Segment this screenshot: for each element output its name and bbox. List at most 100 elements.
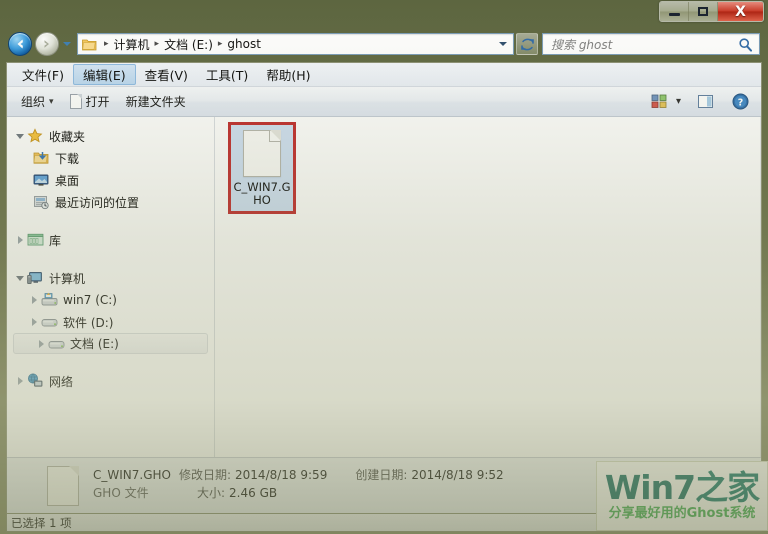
maximize-icon (698, 7, 708, 16)
expander-open-icon[interactable] (13, 129, 27, 143)
history-dropdown-button[interactable] (61, 34, 73, 54)
details-file-name: C_WIN7.GHO (93, 468, 171, 482)
nav-label-recent-places: 最近访问的位置 (55, 195, 140, 210)
details-file-type: GHO 文件 (93, 486, 149, 500)
nav-item-drive-e[interactable]: 文档 (E:) (13, 333, 208, 354)
preview-pane-button[interactable] (693, 91, 718, 113)
nav-label-downloads: 下载 (55, 151, 80, 166)
forward-arrow-icon (44, 40, 49, 48)
details-text: C_WIN7.GHO 修改日期: 2014/8/18 9:59 创建日期: 20… (93, 466, 504, 502)
watermark-title-cn: 之家 (695, 467, 760, 507)
menu-tools[interactable]: 工具(T) (197, 63, 257, 86)
menu-view[interactable]: 查看(V) (136, 63, 197, 86)
nav-item-desktop[interactable]: 桌面 (7, 169, 214, 191)
address-bar-row: ▸ 计算机 ▸ 文档 (E:) ▸ ghost 搜索 ghost (0, 28, 768, 60)
breadcrumb-separator[interactable]: ▸ (218, 39, 223, 49)
menu-file[interactable]: 文件(F) (13, 63, 73, 86)
refresh-icon (520, 38, 534, 50)
preview-pane-icon (698, 95, 713, 108)
menu-edit[interactable]: 编辑(E) (72, 64, 136, 85)
navigation-pane[interactable]: 收藏夹 下载 桌面 最近访问的位置 库 计算机 win7 (C:) 软件 (D:… (7, 117, 215, 457)
body-area: 收藏夹 下载 桌面 最近访问的位置 库 计算机 win7 (C:) 软件 (D:… (7, 117, 761, 457)
breadcrumb-item-ghost[interactable]: ghost (227, 37, 261, 51)
expander-closed-icon[interactable] (13, 374, 27, 388)
search-icon[interactable] (738, 37, 753, 52)
expander-closed-icon[interactable] (13, 233, 27, 247)
chevron-down-icon (63, 42, 71, 46)
breadcrumb-item-drive[interactable]: 文档 (E:) (164, 36, 213, 53)
maximize-button[interactable] (689, 2, 718, 21)
nav-item-drive-d[interactable]: 软件 (D:) (7, 311, 214, 333)
views-icon (651, 94, 667, 108)
chevron-down-icon (499, 42, 507, 46)
caption-button-group: X (659, 1, 764, 22)
file-item-c-win7-gho[interactable]: C_WIN7.GHO (228, 122, 296, 214)
expander-open-icon[interactable] (13, 271, 27, 285)
menu-help[interactable]: 帮助(H) (257, 63, 319, 86)
expander-closed-icon[interactable] (27, 293, 41, 307)
details-line-1: C_WIN7.GHO 修改日期: 2014/8/18 9:59 创建日期: 20… (93, 466, 504, 484)
nav-label-drive-c: win7 (C:) (63, 293, 117, 307)
watermark-subtitle: 分享最好用的Ghost系统 (608, 505, 756, 521)
breadcrumb-separator[interactable]: ▸ (155, 39, 160, 49)
details-size-key: 大小: (197, 486, 226, 500)
library-icon (27, 232, 44, 248)
help-icon: ? (732, 93, 749, 110)
organize-label: 组织 (21, 95, 46, 109)
nav-group-favorites[interactable]: 收藏夹 (7, 125, 214, 147)
breadcrumb-separator: ▸ (104, 39, 109, 49)
expander-closed-icon[interactable] (27, 315, 41, 329)
nav-label-desktop: 桌面 (55, 173, 80, 188)
watermark-title: Win7之家 (604, 467, 760, 507)
details-line-2: GHO 文件 大小: 2.46 GB (93, 484, 504, 502)
refresh-button[interactable] (516, 33, 538, 55)
forward-button[interactable] (35, 32, 59, 56)
search-input[interactable]: 搜索 ghost (542, 33, 760, 55)
minimize-icon (668, 13, 680, 16)
drive-icon (48, 336, 65, 352)
nav-group-libraries[interactable]: 库 (7, 229, 214, 251)
address-input[interactable]: ▸ 计算机 ▸ 文档 (E:) ▸ ghost (77, 33, 514, 55)
breadcrumb-item-computer[interactable]: 计算机 (114, 36, 150, 53)
details-created-key: 创建日期: (355, 468, 408, 482)
menu-bar: 文件(F) 编辑(E) 查看(V) 工具(T) 帮助(H) (7, 63, 761, 87)
search-placeholder: 搜索 ghost (551, 37, 613, 52)
close-button[interactable]: X (718, 2, 763, 21)
expander-closed-icon[interactable] (34, 337, 48, 351)
recent-places-icon (33, 194, 50, 210)
views-dropdown-button[interactable]: ▾ (672, 91, 685, 113)
back-arrow-icon (17, 39, 23, 49)
computer-icon (27, 270, 44, 286)
nav-label-favorites: 收藏夹 (49, 129, 86, 144)
file-list[interactable]: C_WIN7.GHO (215, 117, 761, 457)
minimize-button[interactable] (660, 2, 689, 21)
help-button[interactable]: ? (728, 91, 753, 113)
open-button[interactable]: 打开 (62, 91, 118, 113)
network-icon (27, 373, 44, 389)
organize-button[interactable]: 组织 ▾ (13, 91, 62, 113)
nav-item-recent-places[interactable]: 最近访问的位置 (7, 191, 214, 213)
nav-item-drive-c[interactable]: win7 (C:) (7, 289, 214, 311)
watermark-title-latin: Win7 (604, 467, 696, 507)
breadcrumb: ▸ 计算机 ▸ 文档 (E:) ▸ ghost (78, 36, 261, 53)
details-created-value: 2014/8/18 9:52 (411, 468, 504, 482)
nav-group-network[interactable]: 网络 (7, 370, 214, 392)
nav-item-downloads[interactable]: 下载 (7, 147, 214, 169)
nav-group-computer[interactable]: 计算机 (7, 267, 214, 289)
generic-file-icon (47, 466, 79, 506)
generic-file-icon (243, 130, 281, 177)
client-area: 文件(F) 编辑(E) 查看(V) 工具(T) 帮助(H) 组织 ▾ 打开 新建… (6, 62, 762, 514)
desktop-icon (33, 172, 50, 188)
new-folder-label: 新建文件夹 (125, 95, 186, 109)
address-dropdown-button[interactable] (495, 34, 511, 54)
nav-label-network: 网络 (49, 374, 74, 389)
change-view-button[interactable] (647, 91, 672, 113)
new-folder-button[interactable]: 新建文件夹 (118, 91, 194, 113)
back-button[interactable] (8, 32, 32, 56)
nav-label-libraries: 库 (49, 233, 62, 248)
folder-icon (82, 38, 97, 51)
details-size-value: 2.46 GB (229, 486, 278, 500)
details-modified-value: 2014/8/18 9:59 (235, 468, 328, 482)
close-icon: X (735, 3, 746, 20)
